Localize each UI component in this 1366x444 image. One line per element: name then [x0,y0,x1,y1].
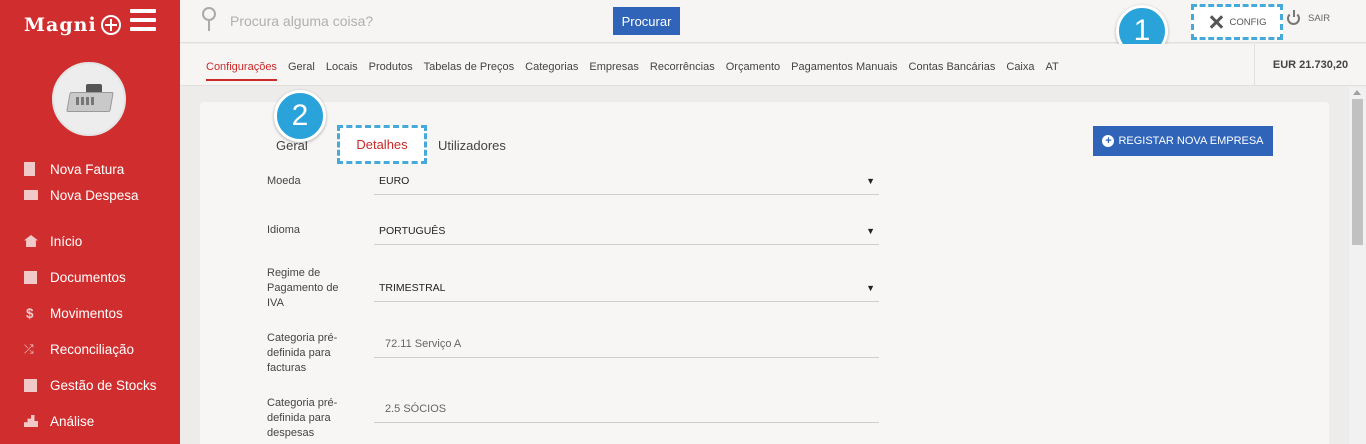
moeda-label: Moeda [267,175,301,187]
page-scrollbar[interactable] [1349,87,1366,444]
tab-empresas[interactable]: Empresas [589,61,639,81]
chart-icon [24,415,50,427]
scrollbar-thumb[interactable] [1352,99,1363,245]
tab-company-detalhes[interactable]: Detalhes [337,125,427,164]
sidebar-item-movimentos[interactable]: $ Movimentos [24,303,123,323]
tools-icon [1208,14,1224,30]
sidebar-item-documentos[interactable]: Documentos [24,267,126,287]
tab-locais[interactable]: Locais [326,61,358,81]
documents-icon [24,270,50,284]
tab-caixa[interactable]: Caixa [1006,61,1034,81]
categoria-facturas-label: Categoria pré-definida para facturas [267,332,338,374]
cash-register-icon [66,84,114,114]
account-balance: EUR 21.730,20 [1254,44,1366,86]
shuffle-icon: ⤮ [24,341,34,356]
tab-produtos[interactable]: Produtos [369,61,413,81]
document-icon [24,162,50,176]
regime-iva-select[interactable]: TRIMESTRAL ▼ [374,274,879,302]
sidebar-item-gestao-de-stocks[interactable]: Gestão de Stocks [24,375,157,395]
company-settings-card: Geral Detalhes Utilizadores + REGISTAR N… [200,102,1329,444]
dropdown-caret-icon: ▼ [866,283,875,293]
tab-configuracoes[interactable]: Configurações [206,61,277,81]
home-icon [24,235,50,247]
categoria-despesas-label: Categoria pré-definida para despesas [267,397,338,439]
idioma-select[interactable]: PORTUGUÊS ▼ [374,217,879,245]
config-button[interactable]: CONFIG [1191,4,1283,40]
avatar[interactable] [52,62,126,136]
search-button[interactable]: Procurar [613,7,680,35]
dollar-icon: $ [26,305,34,321]
app-logo[interactable]: Magni [24,14,121,36]
sidebar-item-inicio[interactable]: Início [24,231,82,251]
dropdown-caret-icon: ▼ [866,226,875,236]
stocks-icon [24,378,50,392]
step-badge-2: 2 [274,90,326,142]
tab-geral[interactable]: Geral [288,61,315,81]
tab-contas-bancarias[interactable]: Contas Bancárias [909,61,996,81]
register-company-button[interactable]: + REGISTAR NOVA EMPRESA [1093,126,1273,156]
hamburger-menu-icon[interactable] [130,9,156,31]
moeda-select[interactable]: EURO ▼ [374,167,879,195]
sidebar-item-nova-despesa[interactable]: Nova Despesa [24,185,139,205]
scroll-up-arrow-icon[interactable] [1353,90,1361,95]
dropdown-caret-icon: ▼ [866,176,875,186]
categoria-despesas-input[interactable]: 2.5 SÓCIOS [374,395,879,423]
search-input[interactable] [230,8,600,34]
tab-orcamento[interactable]: Orçamento [726,61,780,81]
search-icon [200,7,218,31]
tab-tabelas-de-precos[interactable]: Tabelas de Preços [424,61,515,81]
tab-company-utilizadores[interactable]: Utilizadores [438,138,506,153]
categoria-facturas-input[interactable]: 72.11 Serviço A [374,330,879,358]
globe-icon [101,15,121,35]
tab-at[interactable]: AT [1046,61,1059,81]
power-icon [1287,10,1300,25]
sidebar-item-nova-fatura[interactable]: Nova Fatura [24,159,124,179]
plus-circle-icon: + [1102,135,1115,147]
idioma-label: Idioma [267,224,301,236]
logout-button[interactable]: SAIR [1287,10,1330,25]
tab-recorrencias[interactable]: Recorrências [650,61,715,81]
sidebar-item-analise[interactable]: Análise [24,411,94,431]
settings-nav: Configurações Geral Locais Produtos Tabe… [180,44,1366,86]
sidebar-item-reconciliacao[interactable]: ⤮ Reconciliação [24,339,134,359]
top-bar: Procurar CONFIG SAIR [180,0,1366,43]
regime-iva-label: Regime de Pagamento de IVA [267,267,339,309]
expense-icon [24,190,50,200]
tab-categorias[interactable]: Categorias [525,61,578,81]
tab-pagamentos-manuais[interactable]: Pagamentos Manuais [791,61,897,81]
sidebar: Magni Nova Fatura Nova Despesa Início Do… [0,0,180,444]
